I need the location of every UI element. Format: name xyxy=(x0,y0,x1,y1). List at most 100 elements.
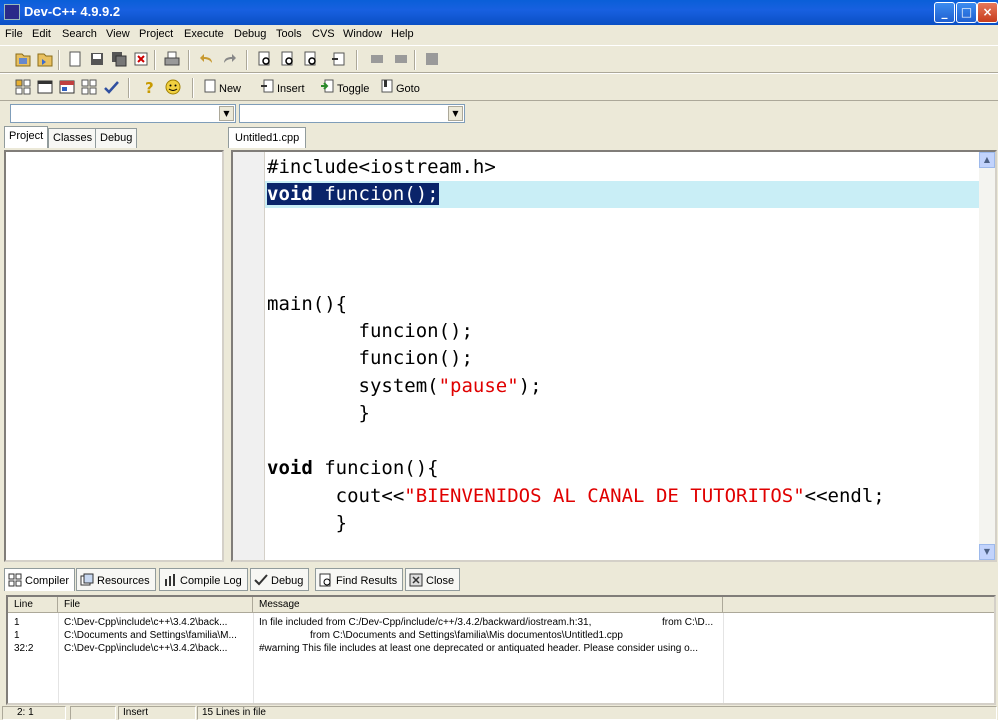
menu-window[interactable]: Window xyxy=(343,28,382,40)
menu-project[interactable]: Project xyxy=(139,28,173,40)
menu-search[interactable]: Search xyxy=(62,28,97,40)
tile-view-icon[interactable] xyxy=(14,78,32,96)
close-button[interactable]: × xyxy=(977,2,998,23)
project-tree-panel[interactable] xyxy=(4,150,224,562)
code-text: main(){ xyxy=(267,293,348,315)
rebuild-icon[interactable] xyxy=(423,50,441,68)
new-button-label: New xyxy=(219,82,242,95)
reopen-icon[interactable] xyxy=(36,50,54,68)
code-line-13: cout<<"BIENVENIDOS AL CANAL DE TUTORITOS… xyxy=(267,483,885,510)
check-icon[interactable] xyxy=(102,78,120,96)
maximize-button[interactable]: □ xyxy=(956,2,977,23)
goto-button-label: Goto xyxy=(396,82,420,95)
code-line-12: void funcion(){ xyxy=(267,455,439,482)
code-line-6: main(){ xyxy=(267,291,347,318)
code-text: } xyxy=(267,512,348,534)
menu-execute[interactable]: Execute xyxy=(184,28,224,40)
tab-project[interactable]: Project xyxy=(4,126,49,148)
column-header-line[interactable]: Line xyxy=(8,597,58,613)
code-line-2: void funcion(); xyxy=(267,181,439,208)
code-text: funcion(); xyxy=(267,347,473,369)
save-icon[interactable] xyxy=(88,50,106,68)
compile-log-icon xyxy=(163,573,177,590)
table-row[interactable]: 32:2 C:\Dev-Cpp\include\c++\3.4.2\back..… xyxy=(8,642,994,655)
tab-debug-bottom[interactable]: Debug xyxy=(250,568,310,591)
class-combo[interactable]: ▼ xyxy=(10,104,236,123)
minimize-button[interactable]: _ xyxy=(934,2,955,23)
toggle-button[interactable]: Toggle xyxy=(320,79,369,97)
tab-close-label: Close xyxy=(426,575,455,587)
column-header-message[interactable]: Message xyxy=(253,597,723,613)
devcpp-app-icon[interactable] xyxy=(4,4,20,20)
menu-file[interactable]: File xyxy=(5,28,23,40)
replace-icon[interactable] xyxy=(279,50,297,68)
menu-tools[interactable]: Tools xyxy=(276,28,302,40)
close-file-icon[interactable] xyxy=(132,50,150,68)
code-editor[interactable]: #include<iostream.h> void funcion(); mai… xyxy=(231,150,997,562)
about-icon[interactable] xyxy=(164,78,182,96)
open-project-icon[interactable] xyxy=(14,50,32,68)
tab-resources[interactable]: Resources xyxy=(76,568,156,591)
table-row[interactable]: 1 C:\Dev-Cpp\include\c++\3.4.2\back... I… xyxy=(8,616,994,629)
tab-classes[interactable]: Classes xyxy=(48,128,98,148)
class-icon[interactable] xyxy=(58,78,76,96)
menu-debug[interactable]: Debug xyxy=(234,28,266,40)
print-icon[interactable] xyxy=(163,50,181,68)
tab-compiler[interactable]: Compiler xyxy=(4,568,76,591)
tab-untitled1-cpp[interactable]: Untitled1.cpp xyxy=(228,127,307,148)
insert-button[interactable]: Insert xyxy=(260,79,305,97)
column-header-file[interactable]: File xyxy=(58,597,253,613)
code-text: #include<iostream.h> xyxy=(267,156,496,178)
code-line-14: } xyxy=(267,510,347,537)
tab-find-results-label: Find Results xyxy=(336,575,398,587)
new-button[interactable]: New xyxy=(204,79,241,97)
editor-vertical-scrollbar[interactable]: ▲ ▼ xyxy=(979,152,995,560)
undo-icon[interactable] xyxy=(198,50,216,68)
cell-message: In file included from C:/Dev-Cpp/include… xyxy=(259,617,592,628)
status-empty-panel xyxy=(70,706,116,720)
menu-cvs[interactable]: CVS xyxy=(312,28,335,40)
find-next-icon[interactable] xyxy=(302,50,320,68)
compiler-icon xyxy=(8,573,22,590)
menu-edit[interactable]: Edit xyxy=(32,28,51,40)
window-icon[interactable] xyxy=(36,78,54,96)
find-icon[interactable] xyxy=(256,50,274,68)
code-string: "BIENVENIDOS AL CANAL DE TUTORITOS" xyxy=(404,485,805,507)
grid-icon[interactable] xyxy=(80,78,98,96)
save-all-icon[interactable] xyxy=(110,50,128,68)
compile-icon[interactable] xyxy=(368,50,386,68)
insert-icon xyxy=(260,79,274,99)
help-icon[interactable]: ? xyxy=(140,78,158,97)
new-file-icon[interactable] xyxy=(66,50,84,68)
member-combo[interactable]: ▼ xyxy=(239,104,465,123)
tab-close[interactable]: Close xyxy=(405,568,461,591)
code-text: funcion(){ xyxy=(312,457,439,479)
goto-bookmark-icon xyxy=(381,79,393,99)
tab-find-results[interactable]: Find Results xyxy=(315,568,404,591)
code-text: funcion(); xyxy=(267,320,473,342)
scroll-up-icon[interactable]: ▲ xyxy=(979,152,995,168)
run-icon[interactable] xyxy=(392,50,410,68)
cell-line: 1 xyxy=(14,630,20,641)
table-row[interactable]: 1 C:\Documents and Settings\familia\M...… xyxy=(8,629,994,642)
menu-help[interactable]: Help xyxy=(391,28,414,40)
tab-resources-label: Resources xyxy=(97,575,150,587)
goto-button[interactable]: Goto xyxy=(381,79,420,97)
tab-compile-log-label: Compile Log xyxy=(180,575,242,587)
code-text: <<endl; xyxy=(804,485,885,507)
goto-line-icon[interactable] xyxy=(330,50,348,68)
redo-icon[interactable] xyxy=(220,50,238,68)
code-text: system( xyxy=(267,375,439,397)
compiler-messages-table[interactable]: Line File Message 1 C:\Dev-Cpp\include\c… xyxy=(6,595,996,705)
title-bar: Dev-C++ 4.9.9.2 _ □ × xyxy=(0,0,998,25)
table-header: Line File Message xyxy=(8,597,994,613)
dropdown-arrow-icon[interactable]: ▼ xyxy=(219,106,234,121)
tab-compile-log[interactable]: Compile Log xyxy=(159,568,248,591)
code-keyword: void xyxy=(267,183,313,205)
window-title: Dev-C++ 4.9.9.2 xyxy=(24,4,121,19)
tab-debug[interactable]: Debug xyxy=(95,128,138,148)
menu-view[interactable]: View xyxy=(106,28,130,40)
dropdown-arrow-icon[interactable]: ▼ xyxy=(448,106,463,121)
scroll-down-icon[interactable]: ▼ xyxy=(979,544,995,560)
debug-check-icon xyxy=(254,573,268,590)
